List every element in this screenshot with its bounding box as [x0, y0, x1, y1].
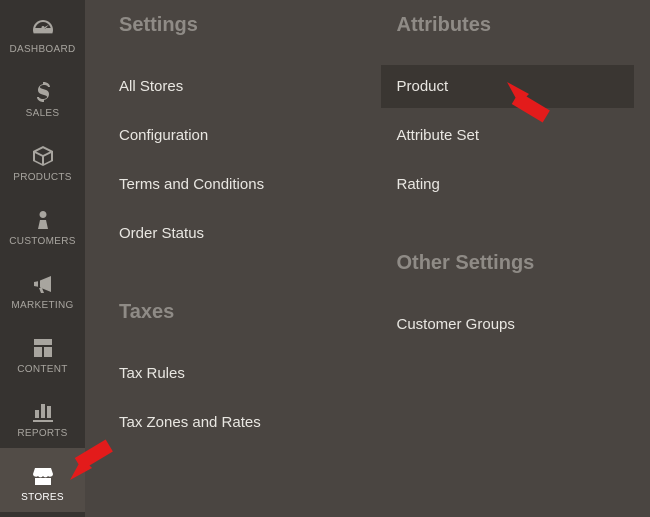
megaphone-icon — [31, 272, 55, 296]
panel-col-left: Settings All Stores Configuration Terms … — [119, 14, 357, 490]
taxes-item-tax-rules[interactable]: Tax Rules — [103, 352, 357, 395]
attributes-item-product[interactable]: Product — [381, 65, 635, 108]
taxes-section: Taxes Tax Rules Tax Zones and Rates — [119, 301, 357, 444]
sidebar-item-label: REPORTS — [17, 428, 67, 439]
stores-flyout-panel: Settings All Stores Configuration Terms … — [85, 0, 650, 517]
sidebar-item-label: MARKETING — [11, 300, 73, 311]
attributes-heading: Attributes — [397, 14, 635, 37]
sidebar-item-label: PRODUCTS — [13, 172, 72, 183]
sidebar-item-label: CONTENT — [17, 364, 67, 375]
sidebar-item-label: SALES — [26, 108, 60, 119]
bar-chart-icon — [31, 400, 55, 424]
sidebar-item-products[interactable]: PRODUCTS — [0, 128, 85, 192]
attributes-section: Attributes Product Attribute Set Rating — [397, 14, 635, 206]
sidebar-item-label: CUSTOMERS — [9, 236, 75, 247]
sidebar-item-label: DASHBOARD — [9, 44, 75, 55]
sidebar-item-sales[interactable]: SALES — [0, 64, 85, 128]
panel-col-right: Attributes Product Attribute Set Rating … — [397, 14, 635, 490]
sidebar-item-customers[interactable]: CUSTOMERS — [0, 192, 85, 256]
attributes-item-attribute-set[interactable]: Attribute Set — [381, 114, 635, 157]
sidebar-item-stores[interactable]: STORES — [0, 448, 85, 512]
attributes-item-rating[interactable]: Rating — [381, 163, 635, 206]
layout-icon — [31, 336, 55, 360]
sidebar-item-dashboard[interactable]: DASHBOARD — [0, 0, 85, 64]
settings-item-terms[interactable]: Terms and Conditions — [103, 163, 357, 206]
settings-item-all-stores[interactable]: All Stores — [103, 65, 357, 108]
sidebar-item-reports[interactable]: REPORTS — [0, 384, 85, 448]
panel-columns: Settings All Stores Configuration Terms … — [119, 14, 634, 490]
taxes-item-tax-zones[interactable]: Tax Zones and Rates — [103, 401, 357, 444]
taxes-heading: Taxes — [119, 301, 357, 324]
settings-heading: Settings — [119, 14, 357, 37]
person-icon — [31, 208, 55, 232]
settings-section: Settings All Stores Configuration Terms … — [119, 14, 357, 255]
box-icon — [31, 144, 55, 168]
other-settings-section: Other Settings Customer Groups — [397, 252, 635, 346]
settings-item-configuration[interactable]: Configuration — [103, 114, 357, 157]
other-settings-heading: Other Settings — [397, 252, 635, 275]
app-root: DASHBOARD SALES PRODUCTS CUSTOMERS MARKE — [0, 0, 650, 517]
sidebar-item-marketing[interactable]: MARKETING — [0, 256, 85, 320]
gauge-icon — [31, 16, 55, 40]
dollar-icon — [31, 80, 55, 104]
other-item-customer-groups[interactable]: Customer Groups — [381, 303, 635, 346]
settings-item-order-status[interactable]: Order Status — [103, 212, 357, 255]
sidebar-item-label: STORES — [21, 492, 64, 503]
sidebar-item-content[interactable]: CONTENT — [0, 320, 85, 384]
storefront-icon — [31, 464, 55, 488]
admin-sidebar: DASHBOARD SALES PRODUCTS CUSTOMERS MARKE — [0, 0, 85, 517]
